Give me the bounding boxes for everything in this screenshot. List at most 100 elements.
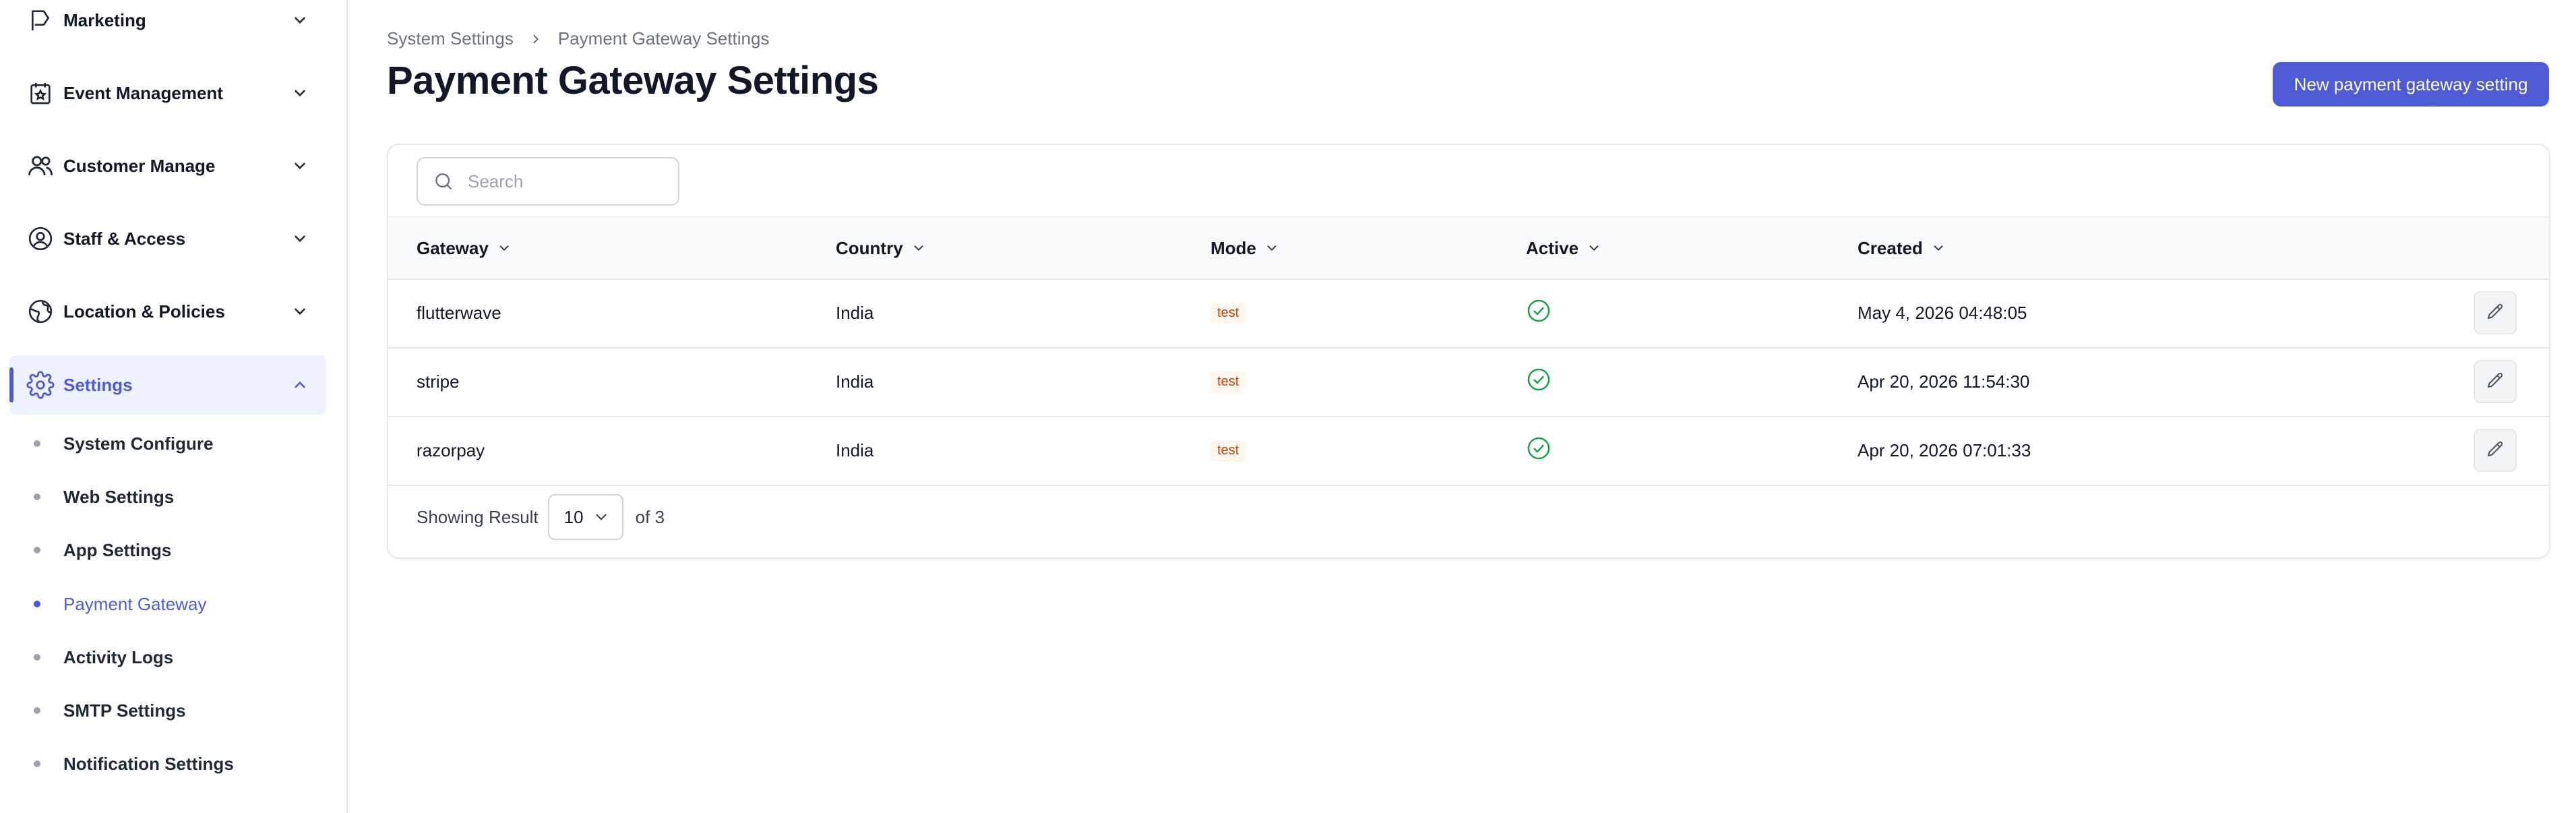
- chevron-down-icon: [1587, 241, 1601, 255]
- sidebar-group-label: Location & Policies: [63, 301, 225, 322]
- chevron-down-icon: [1931, 241, 1946, 255]
- pencil-icon: [2485, 301, 2505, 325]
- breadcrumb: System Settings Payment Gateway Settings: [387, 28, 769, 49]
- column-header-gateway[interactable]: Gateway: [417, 218, 512, 278]
- chevron-down-icon: [497, 241, 512, 255]
- calendar-star-icon: [26, 78, 55, 108]
- breadcrumb-current: Payment Gateway Settings: [557, 28, 770, 49]
- column-header-label: Created: [1858, 237, 1923, 258]
- user-circle-icon: [26, 224, 55, 253]
- check-circle-icon: [1526, 435, 1552, 466]
- bullet-dot: [34, 654, 40, 661]
- users-icon: [26, 151, 55, 181]
- pagination-suffix: of 3: [635, 506, 665, 527]
- chevron-down-icon: [290, 301, 310, 322]
- sidebar-item-label: Notification Settings: [63, 753, 234, 774]
- cell-created: Apr 20, 2026 07:01:33: [1858, 440, 2031, 460]
- table-row: stripe India test Apr 20, 2026 11:54:30: [388, 347, 2549, 417]
- sidebar-item-system-configure[interactable]: System Configure: [34, 423, 214, 464]
- edit-button[interactable]: [2474, 360, 2517, 403]
- chevron-down-icon: [592, 508, 610, 531]
- sidebar-item-label: App Settings: [63, 539, 172, 560]
- table-row: razorpay India test Apr 20, 2026 07:01:3…: [388, 416, 2549, 486]
- chevron-down-icon: [290, 83, 310, 103]
- sidebar-group-marketing[interactable]: Marketing: [9, 0, 326, 50]
- table-row: flutterwave India test May 4, 2026 04:48…: [388, 278, 2549, 349]
- cell-gateway: flutterwave: [417, 302, 501, 323]
- cell-gateway: razorpay: [417, 440, 485, 460]
- sidebar-group-label: Customer Manage: [63, 155, 216, 176]
- sidebar-group-event-management[interactable]: Event Management: [9, 63, 326, 123]
- sidebar-item-label: Web Settings: [63, 486, 175, 507]
- page-title: Payment Gateway Settings: [387, 59, 879, 102]
- pagination-prefix: Showing Result: [417, 506, 539, 527]
- sidebar-group-label: Marketing: [63, 9, 146, 30]
- chevron-up-icon: [290, 375, 310, 395]
- sidebar-group-staff-access[interactable]: Staff & Access: [9, 209, 326, 268]
- cell-active: [1526, 347, 1552, 416]
- gateway-table-card: Gateway Country Mode Active Created flut…: [387, 144, 2550, 559]
- check-circle-icon: [1526, 298, 1552, 328]
- sidebar-item-label: Payment Gateway: [63, 593, 207, 614]
- sidebar-group-location-policies[interactable]: Location & Policies: [9, 282, 326, 341]
- cell-active: [1526, 278, 1552, 347]
- sidebar-item-smtp-settings[interactable]: SMTP Settings: [34, 690, 186, 731]
- chevron-down-icon: [290, 156, 310, 176]
- cell-created: Apr 20, 2026 11:54:30: [1858, 371, 2030, 392]
- cell-active: [1526, 416, 1552, 485]
- mode-badge: test: [1210, 371, 1246, 392]
- sidebar-item-payment-gateway[interactable]: Payment Gateway: [34, 584, 206, 624]
- chevron-right-icon: [528, 32, 543, 47]
- pencil-icon: [2485, 370, 2505, 394]
- bullet-dot: [34, 707, 40, 714]
- gear-icon: [26, 370, 55, 400]
- new-payment-gateway-button[interactable]: New payment gateway setting: [2273, 62, 2549, 107]
- search-input[interactable]: [466, 170, 671, 193]
- mode-badge: test: [1210, 302, 1246, 324]
- edit-button[interactable]: [2474, 429, 2517, 472]
- sidebar-item-app-settings[interactable]: App Settings: [34, 530, 171, 570]
- cell-gateway: stripe: [417, 371, 460, 392]
- sidebar-item-label: Activity Logs: [63, 646, 174, 667]
- sidebar-item-label: System Configure: [63, 433, 214, 454]
- cell-mode: test: [1210, 278, 1246, 347]
- bullet-dot: [34, 547, 40, 553]
- page-size-select[interactable]: 10: [547, 494, 623, 540]
- search-icon: [433, 170, 456, 193]
- cell-country: India: [836, 302, 874, 323]
- sidebar-item-label: SMTP Settings: [63, 700, 186, 721]
- sidebar-group-label: Event Management: [63, 82, 223, 103]
- column-header-mode[interactable]: Mode: [1210, 218, 1279, 278]
- column-header-active[interactable]: Active: [1526, 218, 1601, 278]
- column-header-label: Active: [1526, 237, 1579, 258]
- chevron-down-icon: [290, 229, 310, 249]
- sidebar-group-settings[interactable]: Settings: [9, 355, 326, 415]
- pagination: Showing Result 10 of 3: [417, 494, 665, 540]
- flag-icon: [26, 5, 55, 35]
- cell-country: India: [836, 371, 874, 392]
- cell-created: May 4, 2026 04:48:05: [1858, 302, 2027, 323]
- column-header-country[interactable]: Country: [836, 218, 926, 278]
- cell-country: India: [836, 440, 874, 460]
- column-header-created[interactable]: Created: [1858, 218, 1946, 278]
- chevron-down-icon: [1264, 241, 1279, 255]
- sidebar-item-web-settings[interactable]: Web Settings: [34, 477, 174, 517]
- sidebar-group-customer-manage[interactable]: Customer Manage: [9, 136, 326, 195]
- pencil-icon: [2485, 439, 2505, 462]
- sidebar-group-label: Staff & Access: [63, 228, 186, 249]
- search-box: [417, 157, 679, 206]
- edit-button[interactable]: [2474, 291, 2517, 334]
- breadcrumb-link-system-settings[interactable]: System Settings: [387, 28, 514, 49]
- globe-icon: [26, 297, 55, 326]
- bullet-dot: [34, 601, 40, 607]
- check-circle-icon: [1526, 367, 1552, 397]
- chevron-down-icon: [290, 10, 310, 30]
- sidebar-group-label: Settings: [63, 374, 133, 395]
- sidebar-item-activity-logs[interactable]: Activity Logs: [34, 637, 173, 678]
- table-header: Gateway Country Mode Active Created: [388, 216, 2549, 280]
- column-header-label: Country: [836, 237, 903, 258]
- mode-badge: test: [1210, 440, 1246, 461]
- sidebar-item-notification-settings[interactable]: Notification Settings: [34, 744, 234, 784]
- chevron-down-icon: [911, 241, 926, 255]
- cell-mode: test: [1210, 416, 1246, 485]
